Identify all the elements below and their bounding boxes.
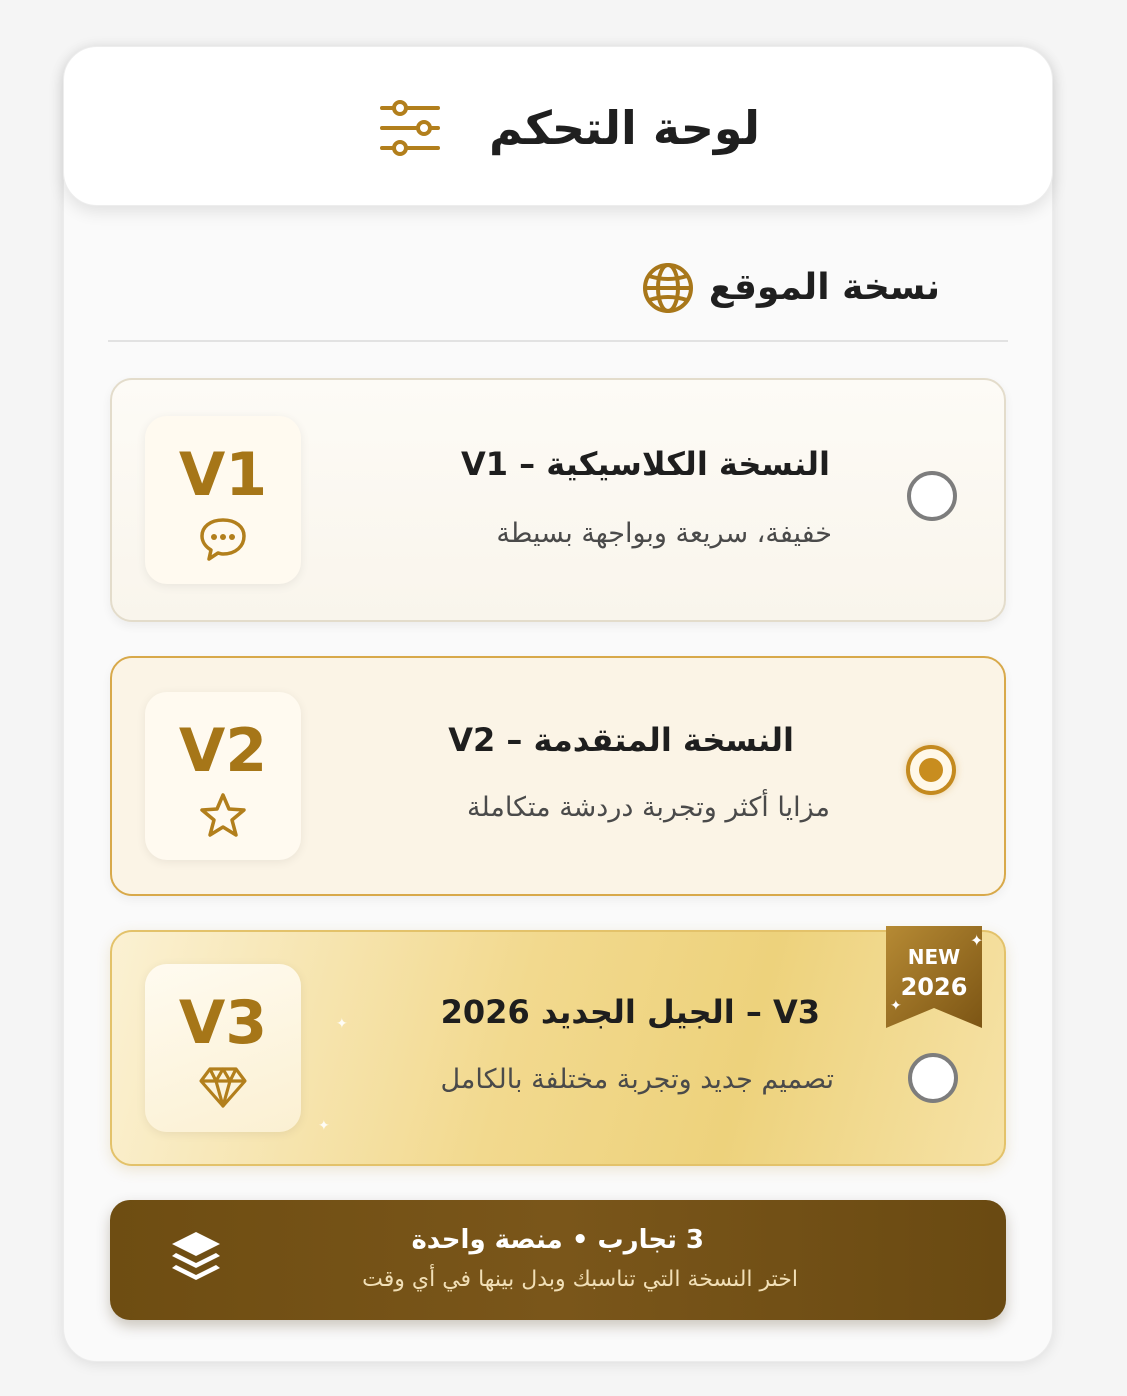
info-banner (110, 1200, 1006, 1320)
option-description: مزايا أكثر وتجربة دردشة متكاملة (466, 792, 830, 823)
radio-v1[interactable] (907, 471, 957, 521)
ribbon-new-label: NEW (907, 945, 961, 969)
page-title: لوحة التحكم (489, 101, 760, 155)
banner-subtitle: اختر النسخة التي تناسبك وبدل بينها في أي… (362, 1267, 798, 1292)
option-description: تصميم جديد وتجربة مختلفة بالكامل (440, 1064, 834, 1095)
diamond-icon (199, 1067, 247, 1108)
option-title: النسخة الكلاسيكية – V1 (460, 445, 830, 483)
radio-v3[interactable] (908, 1053, 958, 1103)
section-divider (108, 340, 1008, 342)
version-badge-v1: V1 (145, 416, 301, 584)
sparkle-icon: ✦ (318, 1118, 330, 1134)
badge-label: V2 (178, 716, 268, 786)
banner-title: 3 تجارب • منصة واحدة (411, 1225, 704, 1255)
star-icon (200, 793, 246, 837)
layers-icon (172, 1232, 220, 1280)
option-title: V3 – الجيل الجديد 2026 (440, 993, 820, 1031)
badge-label: V1 (178, 440, 268, 510)
version-badge-v3: V3 (145, 964, 301, 1132)
ribbon-year-label: 2026 (900, 973, 968, 1001)
option-title: النسخة المتقدمة – V2 (448, 721, 794, 759)
globe-icon (643, 263, 693, 313)
section-title: نسخة الموقع (708, 267, 940, 308)
radio-v2-selected[interactable] (906, 745, 956, 795)
version-badge-v2: V2 (145, 692, 301, 860)
sliders-icon (380, 100, 440, 156)
option-description: خفيفة، سريعة وبواجهة بسيطة (496, 518, 832, 549)
badge-label: V3 (178, 988, 268, 1058)
chat-bubble-icon (200, 518, 246, 561)
